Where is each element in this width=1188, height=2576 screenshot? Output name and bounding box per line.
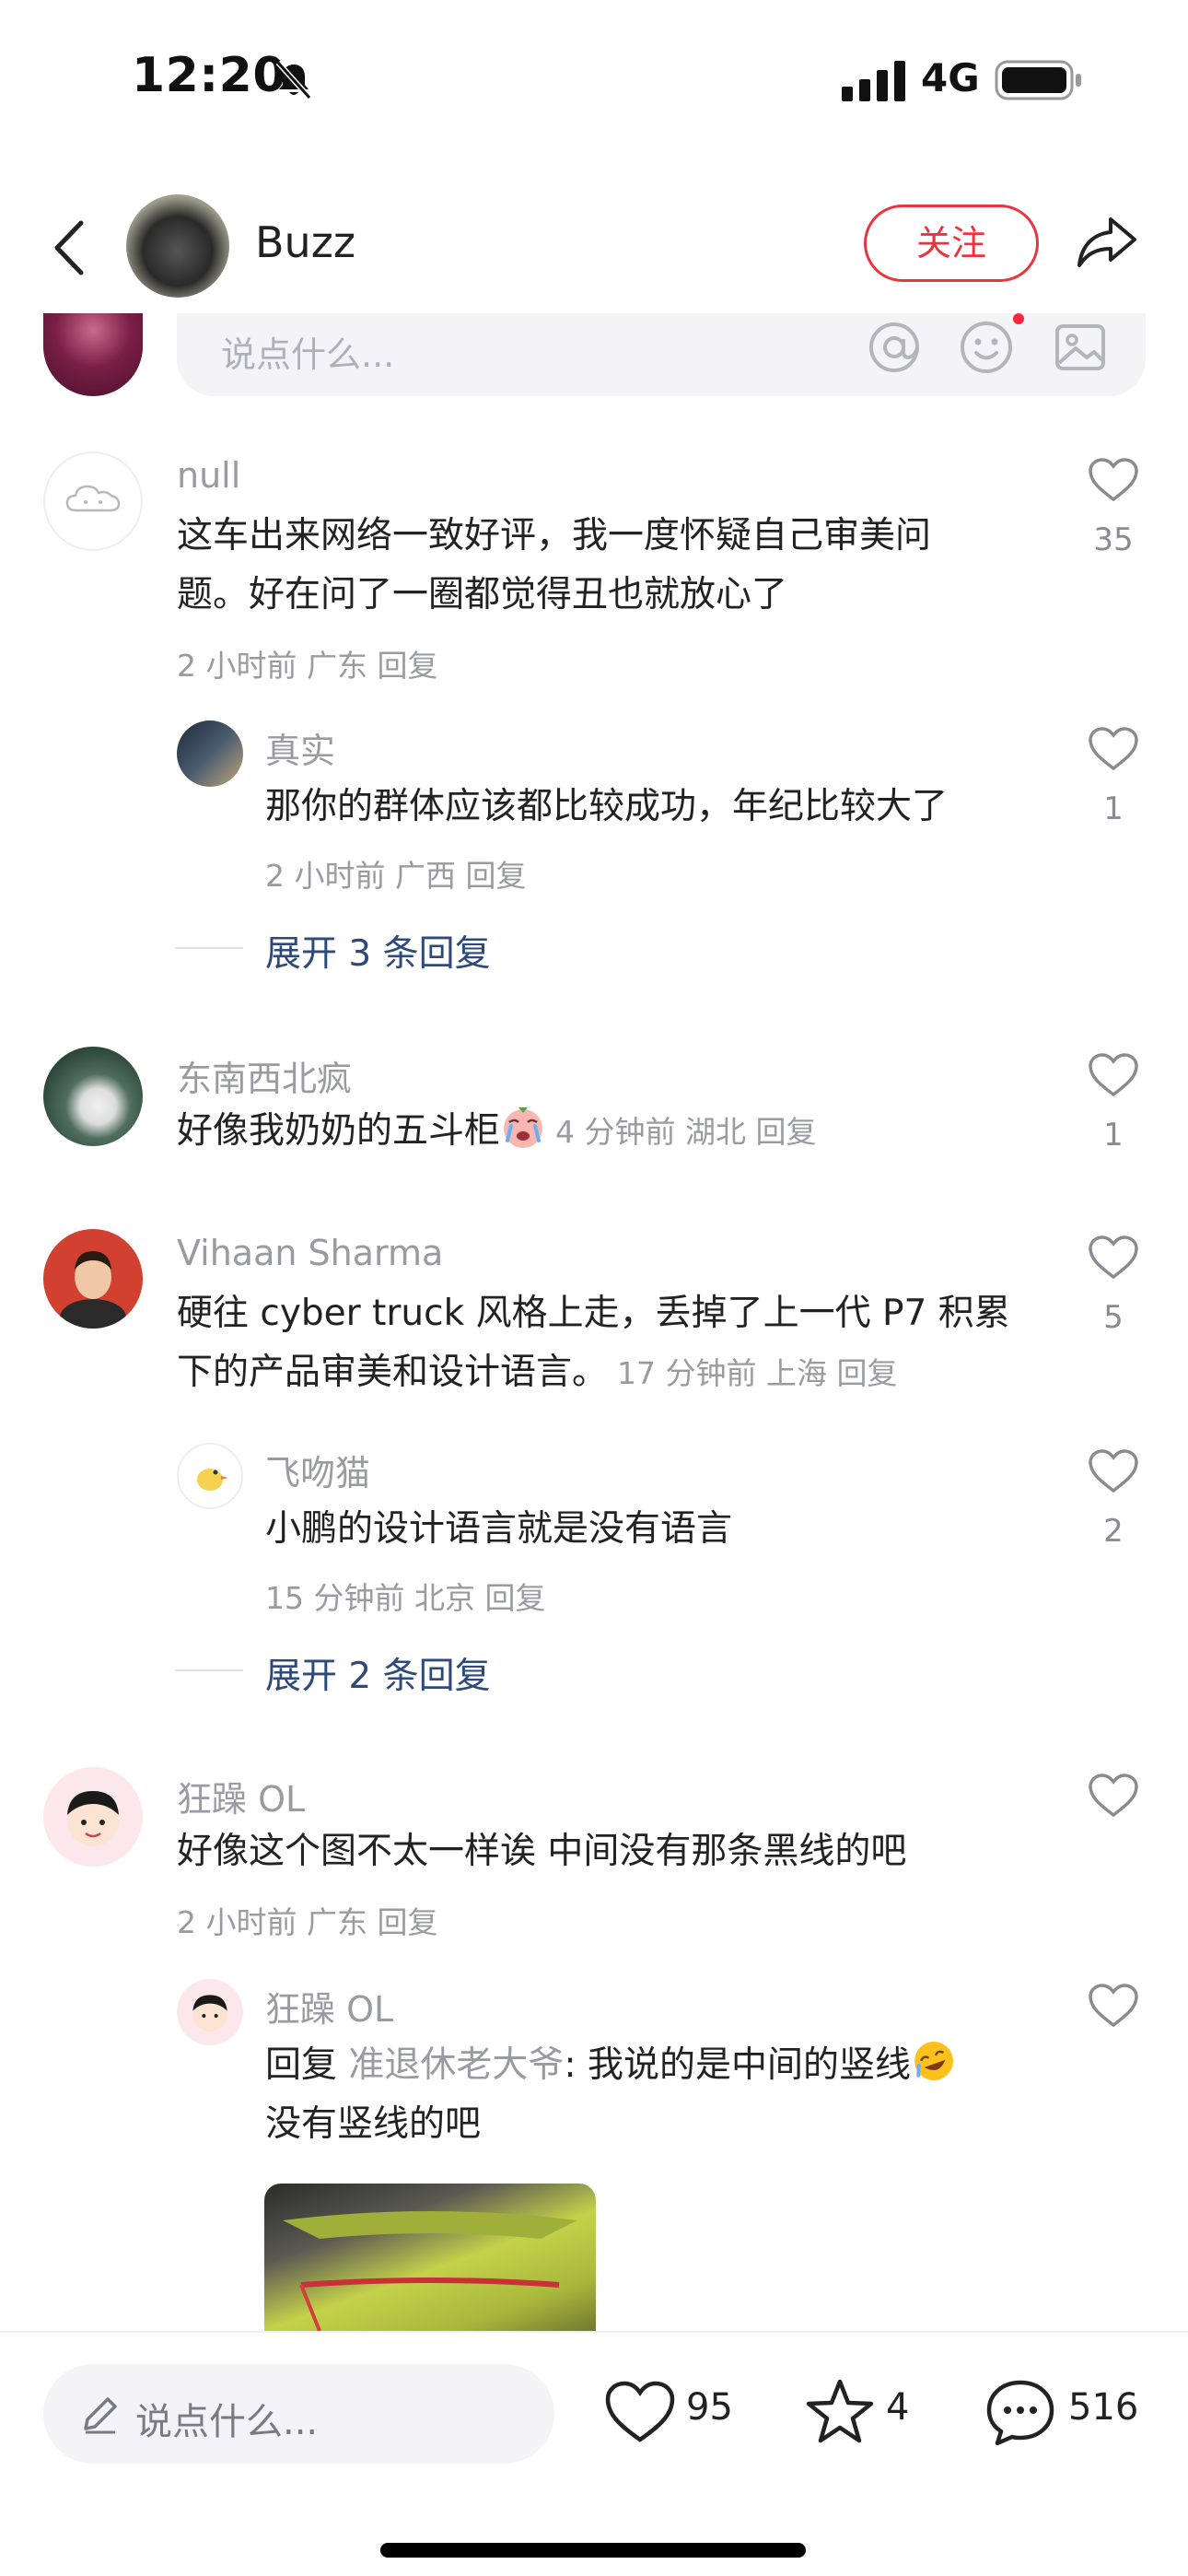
reply-text-body: : 我说的是中间的竖线 bbox=[564, 2044, 911, 2086]
network-label: 4G bbox=[921, 55, 980, 100]
bottom-input-placeholder: 说点什么... bbox=[135, 2401, 319, 2443]
crying-emoji-icon bbox=[504, 1107, 543, 1148]
comment-input[interactable]: 说点什么... bbox=[177, 313, 1146, 396]
comment-meta[interactable]: 2 小时前 广东 回复 bbox=[177, 1898, 437, 1942]
commenter-name[interactable]: Vihaan Sharma bbox=[177, 1233, 443, 1273]
reply-name[interactable]: 狂躁 OL bbox=[265, 1981, 393, 2032]
heart-icon[interactable] bbox=[1088, 1983, 1139, 2029]
reply-image-car[interactable] bbox=[264, 2184, 596, 2331]
reply-meta[interactable]: 2 小时前 广西 回复 bbox=[265, 851, 526, 896]
reply-avatar[interactable] bbox=[177, 1979, 243, 2045]
expand-replies-label[interactable]: 展开 2 条回复 bbox=[265, 1647, 491, 1699]
heart-icon[interactable] bbox=[1088, 1448, 1139, 1494]
my-avatar bbox=[43, 313, 143, 396]
reply-name[interactable]: 真实 bbox=[265, 722, 335, 773]
collect-star-icon[interactable] bbox=[804, 2377, 876, 2445]
comment-text-body: 好像我奶奶的五斗柜 bbox=[177, 1110, 501, 1152]
comment-text-line: 题。好在问了一圈都觉得丑也就放心了 bbox=[177, 574, 788, 615]
post-header: Buzz 关注 bbox=[0, 184, 1188, 313]
expand-replies[interactable]: 展开 2 条回复 bbox=[175, 1647, 820, 1697]
comment-input-row: 说点什么... bbox=[0, 313, 1188, 405]
divider bbox=[175, 1669, 243, 1671]
status-time: 12:20 bbox=[132, 48, 287, 103]
bell-muted-icon bbox=[275, 60, 312, 100]
commenter-avatar[interactable] bbox=[43, 1229, 143, 1329]
person-avatar-icon bbox=[60, 1251, 126, 1329]
commenter-name[interactable]: 东南西北疯 bbox=[177, 1050, 352, 1101]
reply-avatar[interactable] bbox=[177, 1443, 243, 1509]
like-count: 95 bbox=[686, 2386, 733, 2429]
reply-prefix: 回复 bbox=[265, 2044, 338, 2086]
divider bbox=[175, 947, 243, 949]
status-bar: 12:20 4G bbox=[0, 0, 1188, 157]
expand-replies[interactable]: 展开 3 条回复 bbox=[175, 925, 820, 975]
share-icon[interactable] bbox=[1074, 208, 1140, 275]
battery-icon bbox=[995, 60, 1081, 100]
heart-icon[interactable] bbox=[1088, 1052, 1139, 1098]
commenter-name[interactable]: null bbox=[177, 455, 240, 496]
comment-meta[interactable]: 4 分钟前 湖北 回复 bbox=[555, 1114, 816, 1150]
notification-dot bbox=[1013, 313, 1024, 324]
cartoon-avatar-icon bbox=[192, 1995, 227, 2032]
comment-count: 516 bbox=[1068, 2386, 1139, 2429]
bird-avatar-icon bbox=[197, 1469, 228, 1491]
reply-meta[interactable]: 15 分钟前 北京 回复 bbox=[265, 1574, 545, 1618]
pencil-icon bbox=[84, 2397, 117, 2434]
author-avatar[interactable] bbox=[126, 194, 229, 298]
comment-bubble-icon[interactable] bbox=[984, 2377, 1057, 2447]
bottom-comment-input[interactable]: 说点什么... bbox=[43, 2364, 554, 2464]
comment-text: 下的产品审美和设计语言。 17 分钟前 上海 回复 bbox=[177, 1343, 897, 1403]
commenter-avatar[interactable] bbox=[43, 451, 143, 551]
heart-icon[interactable] bbox=[1088, 726, 1139, 772]
reply-text-line: 没有竖线的吧 bbox=[265, 2103, 482, 2145]
like-count: 35 bbox=[1093, 521, 1134, 558]
collect-count: 4 bbox=[886, 2386, 910, 2429]
like-count: 1 bbox=[1103, 790, 1124, 827]
like-count: 5 bbox=[1103, 1299, 1124, 1336]
laughing-emoji-icon bbox=[914, 2042, 953, 2080]
comment-text-line: 硬往 cyber truck 风格上走，丢掉了上一代 P7 积累 bbox=[177, 1293, 1010, 1334]
back-arrow-icon[interactable] bbox=[46, 216, 92, 280]
heart-icon[interactable] bbox=[1088, 1235, 1139, 1281]
commenter-avatar[interactable] bbox=[43, 1047, 143, 1146]
like-heart-icon[interactable] bbox=[604, 2379, 676, 2445]
reply-text: 小鹏的设计语言就是没有语言 bbox=[265, 1508, 733, 1550]
author-name[interactable]: Buzz bbox=[255, 217, 355, 267]
like-count: 2 bbox=[1103, 1513, 1124, 1550]
comment-text: 好像我奶奶的五斗柜 4 分钟前 湖北 回复 bbox=[177, 1102, 816, 1162]
commenter-name[interactable]: 狂躁 OL bbox=[177, 1771, 305, 1821]
expand-replies-label[interactable]: 展开 3 条回复 bbox=[265, 925, 491, 977]
comment-text-line: 下的产品审美和设计语言。 bbox=[177, 1352, 609, 1393]
comment-input-placeholder: 说点什么... bbox=[221, 334, 395, 375]
comment-meta[interactable]: 2 小时前 广东 回复 bbox=[177, 641, 437, 685]
comment-text-line: 这车出来网络一致好评，我一度怀疑自己审美问 bbox=[177, 515, 932, 556]
reply-target-user[interactable]: 准退休老大爷 bbox=[348, 2044, 564, 2086]
reply-avatar[interactable] bbox=[177, 720, 243, 787]
commenter-avatar[interactable] bbox=[43, 1767, 143, 1867]
comment-meta[interactable]: 17 分钟前 上海 回复 bbox=[617, 1355, 897, 1391]
reply-name[interactable]: 飞吻猫 bbox=[265, 1445, 370, 1495]
image-icon[interactable] bbox=[1052, 319, 1109, 376]
car-tail-image bbox=[283, 2211, 577, 2331]
emoji-icon[interactable] bbox=[958, 319, 1015, 376]
home-indicator[interactable] bbox=[380, 2543, 806, 2558]
mention-icon[interactable] bbox=[866, 319, 923, 376]
heart-icon[interactable] bbox=[1088, 457, 1139, 503]
follow-button[interactable]: 关注 bbox=[864, 205, 1039, 282]
cloud-avatar-icon bbox=[65, 485, 121, 512]
signal-icon bbox=[842, 61, 905, 101]
heart-icon[interactable] bbox=[1088, 1773, 1139, 1819]
bottom-action-bar: 说点什么... 95 4 516 bbox=[0, 2331, 1188, 2576]
comment-text: 好像这个图不太一样诶 中间没有那条黑线的吧 bbox=[177, 1831, 907, 1872]
reply-text: 回复 准退休老大爷: 我说的是中间的竖线 bbox=[265, 2036, 957, 2095]
like-count: 1 bbox=[1103, 1117, 1124, 1153]
reply-text: 那你的群体应该都比较成功，年纪比较大了 bbox=[265, 786, 949, 827]
cartoon-avatar-icon bbox=[67, 1791, 119, 1846]
